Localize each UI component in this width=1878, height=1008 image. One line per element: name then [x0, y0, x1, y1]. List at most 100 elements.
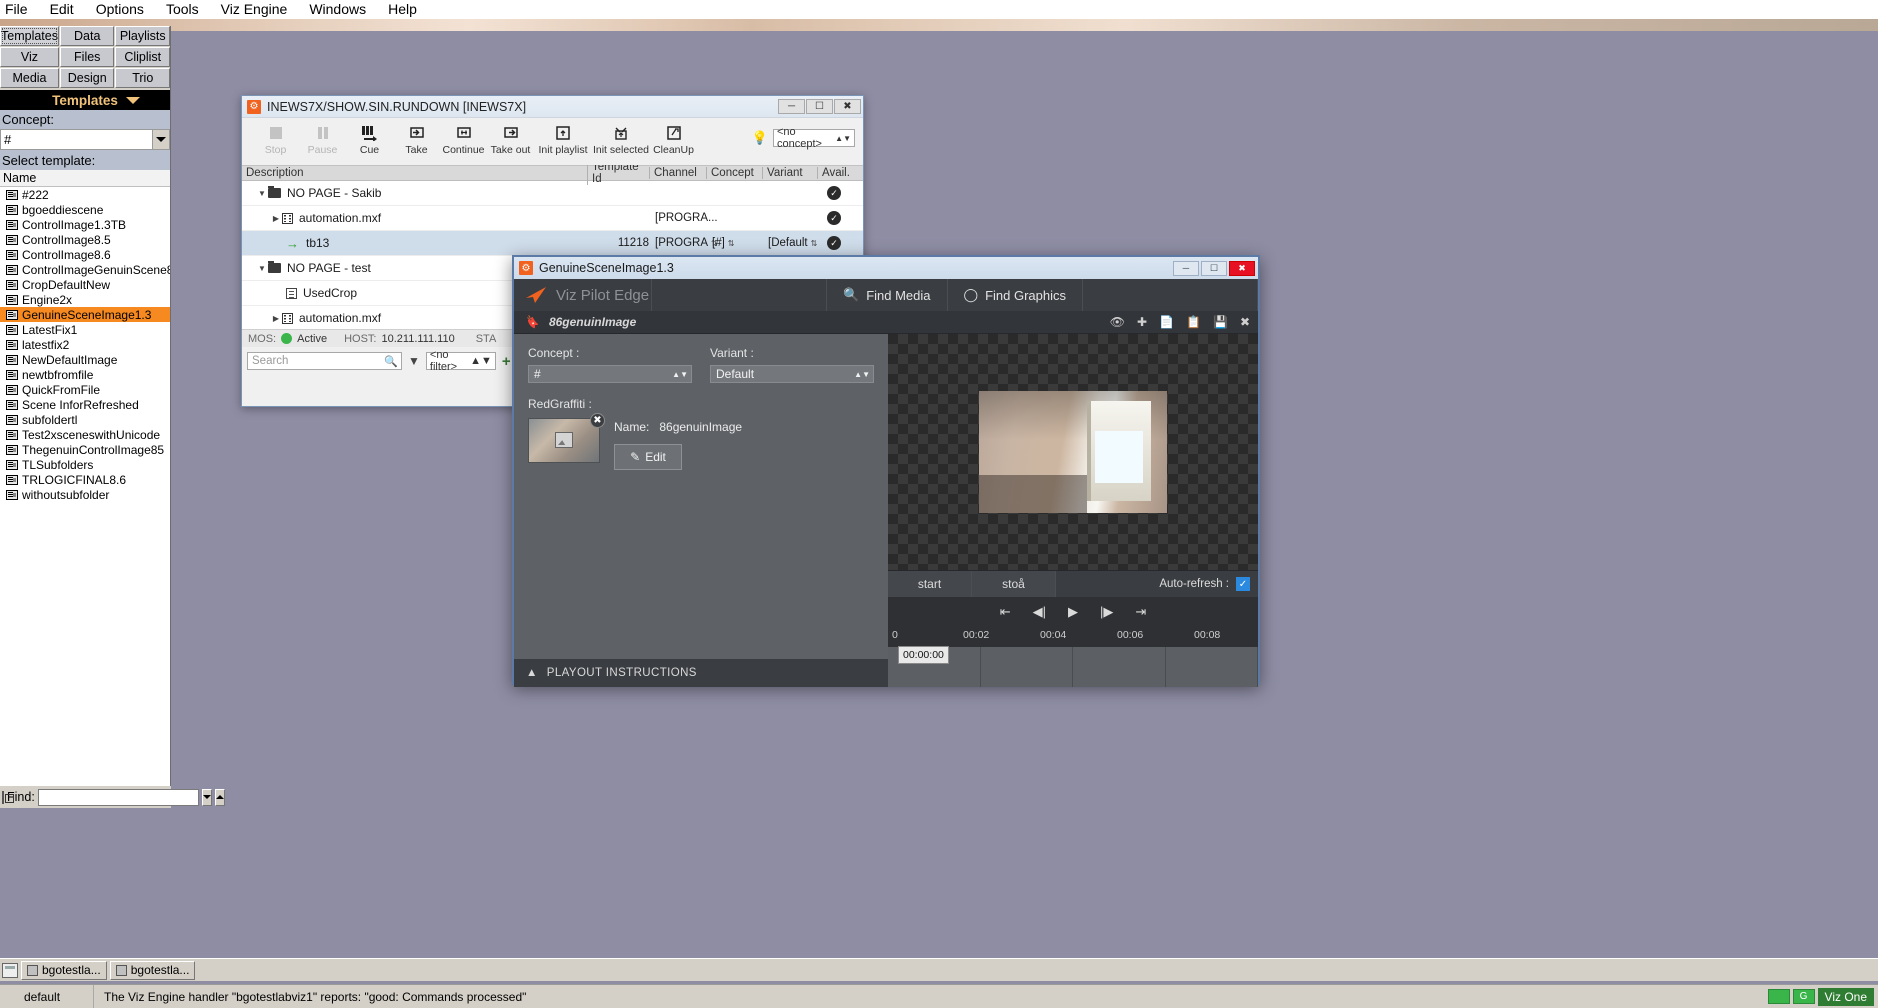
template-list-item[interactable]: latestfix2 [0, 337, 170, 352]
timeline[interactable]: 000:0200:0400:0600:08 00:00:00 [888, 627, 1258, 687]
template-list-item[interactable]: Engine2x [0, 292, 170, 307]
taskbar-item[interactable]: bgotestla... [110, 961, 196, 980]
menu-item-windows[interactable]: Windows [298, 0, 377, 19]
start-button[interactable]: start [888, 571, 972, 597]
concept-combo[interactable]: # [0, 129, 170, 150]
chevron-down-icon[interactable] [152, 130, 169, 149]
panel-tab-cliplist[interactable]: Cliplist [115, 47, 170, 67]
toolbar-take-out-button[interactable]: Take out [487, 122, 534, 156]
toolbar-take-button[interactable]: Take [393, 122, 440, 156]
menu-item-edit[interactable]: Edit [39, 0, 85, 19]
template-list-item[interactable]: ControlImage8.6 [0, 247, 170, 262]
row-variant[interactable]: [Default⇅ [762, 237, 817, 249]
rundown-row[interactable]: ▶automation.mxf[PROGRA...✓ [242, 206, 863, 231]
auto-refresh-checkbox[interactable]: ✓ [1236, 577, 1250, 591]
panel-tab-design[interactable]: Design [60, 68, 115, 88]
stop-button[interactable]: stoå [972, 571, 1056, 597]
column-header-description[interactable]: Description [242, 167, 587, 179]
edge-titlebar[interactable]: ⚙ GenuineSceneImage1.3 ─ ☐ ✖ [514, 257, 1258, 279]
chevron-down-icon[interactable] [126, 97, 140, 104]
template-list[interactable]: #222bgoeddiesceneControlImage1.3TBContro… [0, 187, 170, 795]
spinner-icon[interactable]: ▲▼ [854, 370, 870, 379]
column-header-avail-[interactable]: Avail. [817, 167, 851, 179]
template-list-item[interactable]: withoutsubfolder [0, 487, 170, 502]
rundown-titlebar[interactable]: ⚙ INEWS7X/SHOW.SIN.RUNDOWN [INEWS7X] ─ ☐… [242, 96, 863, 118]
panel-tab-viz[interactable]: Viz [0, 47, 59, 67]
template-list-item[interactable]: Scene InforRefreshed [0, 397, 170, 412]
find-graphics-button[interactable]: ◯ Find Graphics [948, 279, 1083, 311]
template-list-item[interactable]: bgoeddiescene [0, 202, 170, 217]
column-header-variant[interactable]: Variant [762, 167, 817, 179]
add-filter-button[interactable]: + [502, 353, 511, 370]
find-prev-button[interactable] [215, 789, 225, 806]
save-icon[interactable]: 💾 [1213, 315, 1228, 329]
menu-item-viz-engine[interactable]: Viz Engine [210, 0, 299, 19]
template-list-item[interactable]: TRLOGICFINAL8.6 [0, 472, 170, 487]
template-list-item[interactable]: ControlImageGenuinScene8.6 [0, 262, 170, 277]
row-concept[interactable]: [#]⇅ [706, 237, 762, 249]
panel-tab-data[interactable]: Data [60, 26, 115, 46]
template-list-item[interactable]: NewDefaultImage [0, 352, 170, 367]
toolbar-init-playlist-button[interactable]: Init playlist [534, 122, 592, 156]
filter-selector[interactable]: <no filter> ▲▼ [426, 352, 496, 370]
panel-tab-templates[interactable]: Templates [0, 26, 59, 46]
edit-button[interactable]: ✎ Edit [614, 444, 682, 470]
column-header-concept[interactable]: Concept [706, 167, 762, 179]
minimize-icon[interactable]: ─ [1173, 261, 1199, 276]
expand-twisty[interactable]: ▼ [256, 264, 268, 273]
toolbar-cleanup-button[interactable]: CleanUp [650, 122, 697, 156]
template-list-item[interactable]: #222 [0, 187, 170, 202]
step-forward-icon[interactable]: |▶ [1100, 604, 1113, 620]
template-list-item[interactable]: ControlImage1.3TB [0, 217, 170, 232]
spinner-icon[interactable]: ▲▼ [470, 355, 492, 367]
jump-end-icon[interactable]: ⇥ [1135, 604, 1146, 620]
panel-tab-trio[interactable]: Trio [115, 68, 170, 88]
step-back-icon[interactable]: ◀| [1033, 604, 1046, 620]
menu-item-help[interactable]: Help [377, 0, 428, 19]
jump-start-icon[interactable]: ⇤ [1000, 604, 1011, 620]
panel-tab-playlists[interactable]: Playlists [115, 26, 170, 46]
hide-icon[interactable]: 👁 [1110, 315, 1125, 329]
menu-item-file[interactable]: File [0, 0, 39, 19]
toolbar-continue-button[interactable]: Continue [440, 122, 487, 156]
row-template-id[interactable]: 11218 [587, 237, 649, 249]
search-input[interactable]: Search 🔍 [247, 352, 402, 370]
new-page-icon[interactable]: 📄 [1159, 315, 1174, 329]
find-media-button[interactable]: 🔍 Find Media [827, 279, 948, 311]
duplicate-icon[interactable]: 📋 [1186, 315, 1201, 329]
find-input[interactable] [38, 789, 199, 806]
edge-concept-input[interactable]: # ▲▼ [528, 365, 692, 383]
expand-twisty[interactable]: ▶ [270, 214, 282, 223]
template-list-item[interactable]: ThegenuinControlImage85 [0, 442, 170, 457]
toolbar-cue-button[interactable]: Cue [346, 122, 393, 156]
spinner-icon[interactable]: ⇅ [728, 239, 735, 248]
toolbar-init-selected-button[interactable]: Init selected [592, 122, 650, 156]
spinner-icon[interactable]: ▲▼ [835, 134, 851, 143]
template-list-item[interactable]: Test2xsceneswithUnicode [0, 427, 170, 442]
expand-twisty[interactable]: ▶ [270, 314, 282, 323]
menu-item-options[interactable]: Options [85, 0, 155, 19]
expand-twisty[interactable]: ▼ [256, 189, 268, 198]
close-icon[interactable]: ✖ [1240, 315, 1250, 329]
close-icon[interactable]: ✖ [1229, 261, 1255, 276]
row-channel[interactable]: [PROGRA... [649, 212, 706, 224]
template-list-item[interactable]: newtbfromfile [0, 367, 170, 382]
column-header-channel[interactable]: Channel [649, 167, 706, 179]
playout-instructions-bar[interactable]: ▲ PLAYOUT INSTRUCTIONS [514, 659, 888, 687]
template-list-item[interactable]: ControlImage8.5 [0, 232, 170, 247]
template-list-item[interactable]: CropDefaultNew [0, 277, 170, 292]
panel-tab-files[interactable]: Files [60, 47, 115, 67]
find-next-button[interactable] [202, 789, 212, 806]
play-icon[interactable]: ▶ [1068, 604, 1078, 620]
template-list-item[interactable]: GenuineSceneImage1.3 [0, 307, 170, 322]
timeline-time-marker[interactable]: 00:00:00 [898, 646, 949, 664]
template-list-item[interactable]: QuickFromFile [0, 382, 170, 397]
maximize-icon[interactable]: ☐ [806, 99, 833, 114]
move-icon[interactable]: ✚ [1137, 315, 1147, 329]
search-icon[interactable]: 🔍 [384, 355, 398, 368]
template-list-item[interactable]: subfoldertl [0, 412, 170, 427]
edge-variant-input[interactable]: Default ▲▼ [710, 365, 874, 383]
menu-item-tools[interactable]: Tools [155, 0, 210, 19]
filter-icon[interactable]: ▼ [408, 354, 420, 368]
spinner-icon[interactable]: ▲▼ [672, 370, 688, 379]
